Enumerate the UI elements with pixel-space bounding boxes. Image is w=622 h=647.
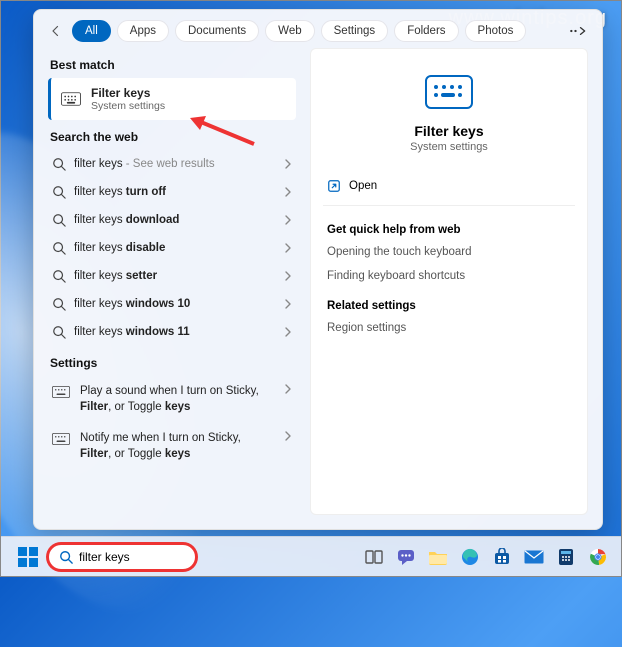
calculator-icon[interactable] (555, 546, 577, 568)
web-result-row[interactable]: filter keys setter (48, 262, 296, 290)
web-result-text: filter keys - See web results (74, 158, 215, 170)
settings-results-list: Play a sound when I turn on Sticky, Filt… (48, 376, 296, 470)
keyboard-icon (52, 433, 70, 445)
tab-documents[interactable]: Documents (175, 20, 259, 42)
web-result-text: filter keys windows 10 (74, 298, 190, 310)
open-icon (327, 179, 341, 193)
web-result-row[interactable]: filter keys windows 10 (48, 290, 296, 318)
chevron-right-icon (284, 215, 292, 225)
start-button[interactable] (17, 546, 39, 568)
edge-icon[interactable] (459, 546, 481, 568)
related-links: Region settings (327, 316, 571, 340)
best-match-item[interactable]: Filter keys System settings (48, 78, 296, 120)
web-result-row[interactable]: filter keys - See web results (48, 150, 296, 178)
start-search-panel: All Apps Documents Web Settings Folders … (33, 9, 603, 530)
tabs-overflow-button[interactable] (568, 23, 588, 39)
details-pane: Filter keys System settings Open Get qui… (310, 48, 588, 515)
web-result-text: filter keys windows 11 (74, 326, 190, 338)
search-icon (52, 325, 66, 339)
web-result-text: filter keys setter (74, 270, 157, 282)
chevron-right-icon (284, 384, 292, 394)
tab-all[interactable]: All (72, 20, 111, 42)
search-icon (52, 297, 66, 311)
best-match-heading: Best match (50, 58, 294, 72)
settings-result-row[interactable]: Play a sound when I turn on Sticky, Filt… (48, 376, 296, 423)
keyboard-icon (61, 92, 81, 106)
help-link[interactable]: Opening the touch keyboard (327, 240, 571, 264)
detail-keyboard-icon (425, 75, 473, 109)
search-icon (59, 550, 73, 564)
web-result-row[interactable]: filter keys windows 11 (48, 318, 296, 346)
web-result-text: filter keys disable (74, 242, 165, 254)
detail-subtitle: System settings (327, 141, 571, 153)
chevron-right-icon (284, 159, 292, 169)
web-result-row[interactable]: filter keys download (48, 206, 296, 234)
results-left-column: Best match Filter keys System settings S… (48, 48, 296, 515)
quick-help-heading: Get quick help from web (327, 224, 571, 236)
store-icon[interactable] (491, 546, 513, 568)
chevron-right-icon (284, 327, 292, 337)
tab-photos[interactable]: Photos (465, 20, 527, 42)
chevron-right-icon (284, 431, 292, 441)
related-heading: Related settings (327, 300, 571, 312)
web-result-row[interactable]: filter keys disable (48, 234, 296, 262)
settings-result-text: Play a sound when I turn on Sticky, Filt… (80, 384, 274, 415)
search-icon (52, 213, 66, 227)
tab-web[interactable]: Web (265, 20, 314, 42)
help-link[interactable]: Finding keyboard shortcuts (327, 264, 571, 288)
search-icon (52, 241, 66, 255)
chat-icon[interactable] (395, 546, 417, 568)
open-action[interactable]: Open (327, 173, 571, 199)
settings-heading: Settings (50, 356, 294, 370)
mail-icon[interactable] (523, 546, 545, 568)
file-explorer-icon[interactable] (427, 546, 449, 568)
tab-folders[interactable]: Folders (394, 20, 458, 42)
chevron-right-icon (284, 299, 292, 309)
taskbar-search-input[interactable] (79, 550, 185, 564)
tab-apps[interactable]: Apps (117, 20, 169, 42)
settings-result-row[interactable]: Notify me when I turn on Sticky, Filter,… (48, 423, 296, 470)
settings-result-text: Notify me when I turn on Sticky, Filter,… (80, 431, 274, 462)
taskbar (1, 536, 621, 576)
web-result-row[interactable]: filter keys turn off (48, 178, 296, 206)
divider (323, 205, 575, 206)
tab-settings[interactable]: Settings (321, 20, 389, 42)
quick-help-links: Opening the touch keyboardFinding keyboa… (327, 240, 571, 288)
best-match-subtitle: System settings (91, 100, 165, 112)
web-result-text: filter keys download (74, 214, 179, 226)
taskbar-search-box[interactable] (47, 543, 197, 571)
detail-title: Filter keys (327, 123, 571, 139)
best-match-title: Filter keys (91, 86, 165, 100)
search-icon (52, 185, 66, 199)
web-result-text: filter keys turn off (74, 186, 166, 198)
nav-back-button[interactable] (48, 23, 64, 39)
search-icon (52, 157, 66, 171)
chrome-icon[interactable] (587, 546, 609, 568)
search-icon (52, 269, 66, 283)
keyboard-icon (52, 386, 70, 398)
chevron-right-icon (284, 187, 292, 197)
chevron-right-icon (284, 243, 292, 253)
chevron-right-icon (284, 271, 292, 281)
web-results-list: filter keys - See web results filter key… (48, 150, 296, 346)
open-label: Open (349, 180, 377, 192)
search-web-heading: Search the web (50, 130, 294, 144)
task-view-icon[interactable] (363, 546, 385, 568)
search-scope-tabs: All Apps Documents Web Settings Folders … (34, 10, 602, 48)
related-link[interactable]: Region settings (327, 316, 571, 340)
